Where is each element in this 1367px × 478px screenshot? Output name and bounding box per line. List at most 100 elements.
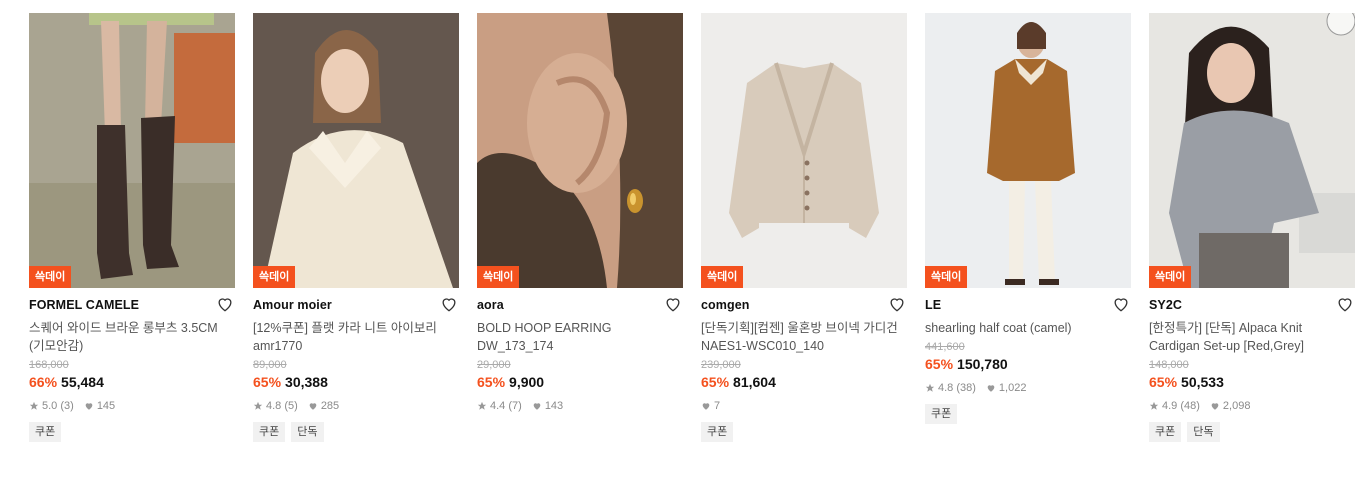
sale-price: 65% 81,604 — [701, 372, 907, 392]
brand-name[interactable]: comgen — [701, 296, 907, 314]
like-heart-icon — [702, 403, 710, 410]
star-icon — [29, 401, 39, 410]
cardigan-photo-icon — [701, 13, 907, 288]
product-image[interactable]: 쓱데이 — [29, 13, 235, 288]
product-card[interactable]: 쓱데이 Amour moier [12%쿠폰] 플랫 카라 니트 아이보리 am… — [253, 13, 459, 442]
review-meta: 4.8 (38) 1,022 — [925, 380, 1131, 396]
product-image[interactable]: 쓱데이 — [701, 13, 907, 288]
review-meta: 4.8 (5) 285 — [253, 398, 459, 414]
original-price: 168,000 — [29, 359, 69, 371]
price-value: 50,533 — [1181, 374, 1224, 390]
like-heart-icon — [85, 403, 93, 410]
brand-name[interactable]: aora — [477, 296, 683, 314]
discount-rate: 65% — [925, 356, 954, 372]
discount-rate: 65% — [1149, 374, 1178, 390]
price-value: 81,604 — [733, 374, 776, 390]
tag-list: 쿠폰 — [29, 422, 235, 442]
review-meta: 5.0 (3) 145 — [29, 398, 235, 414]
like-count: 2,098 — [1222, 400, 1251, 412]
discount-rate: 65% — [477, 374, 506, 390]
product-name[interactable]: [12%쿠폰] 플랫 카라 니트 아이보리 amr1770 — [253, 319, 459, 355]
product-card[interactable]: 쓱데이 aora BOLD HOOP EARRING DW_173_174 29… — [477, 13, 683, 414]
price-value: 30,388 — [285, 374, 328, 390]
review-meta: 4.4 (7) 143 — [477, 398, 683, 414]
sale-price: 65% 30,388 — [253, 372, 459, 392]
discount-rate: 66% — [29, 374, 58, 390]
like-count: 1,022 — [998, 382, 1027, 394]
wishlist-heart-icon[interactable] — [1111, 294, 1131, 314]
event-badge: 쓱데이 — [701, 266, 744, 288]
product-card[interactable]: 쓱데이 SY2C [한정특가] [단독] Alpaca Knit Cardiga… — [1149, 13, 1355, 442]
wishlist-heart-icon[interactable] — [215, 294, 235, 314]
original-price: 148,000 — [1149, 359, 1189, 371]
review-meta: 4.9 (48) 2,098 — [1149, 398, 1355, 414]
rating-value: 4.8 — [938, 382, 954, 394]
tag-list: 쿠폰 — [925, 404, 1131, 424]
wishlist-heart-icon[interactable] — [663, 294, 683, 314]
sale-price: 66% 55,484 — [29, 372, 235, 392]
like-count: 285 — [320, 400, 340, 412]
exclusive-tag: 단독 — [1187, 422, 1220, 442]
like-count: 143 — [544, 400, 564, 412]
sale-price: 65% 50,533 — [1149, 372, 1355, 392]
product-card[interactable]: 쓱데이 comgen [단독기획][컴젠] 울혼방 브이넥 가디건 NAES1-… — [701, 13, 907, 442]
original-price: 239,000 — [701, 359, 741, 371]
discount-rate: 65% — [701, 374, 730, 390]
price-value: 150,780 — [957, 356, 1008, 372]
rating-value: 4.4 — [490, 400, 506, 412]
wishlist-heart-icon[interactable] — [887, 294, 907, 314]
product-name[interactable]: [한정특가] [단독] Alpaca Knit Cardigan Set-up … — [1149, 319, 1355, 355]
coupon-tag: 쿠폰 — [925, 404, 958, 424]
knit-setup-photo-icon — [1149, 13, 1355, 288]
original-price: 89,000 — [253, 359, 287, 371]
product-image[interactable]: 쓱데이 — [477, 13, 683, 288]
product-image[interactable]: 쓱데이 — [925, 13, 1131, 288]
product-card[interactable]: 쓱데이 LE shearling half coat (camel) 441,6… — [925, 13, 1131, 424]
like-heart-icon — [309, 403, 317, 410]
product-card[interactable]: 쓱데이 FORMEL CAMELE 스퀘어 와이드 브라운 롱부츠 3.5CM … — [29, 13, 235, 442]
earring-photo-icon — [477, 13, 683, 288]
coupon-tag: 쿠폰 — [29, 422, 62, 442]
coupon-tag: 쿠폰 — [701, 422, 734, 442]
product-name[interactable]: 스퀘어 와이드 브라운 롱부츠 3.5CM (기모안감) — [29, 319, 235, 355]
review-meta: 7 — [701, 398, 907, 414]
original-price: 29,000 — [477, 359, 511, 371]
product-name[interactable]: BOLD HOOP EARRING DW_173_174 — [477, 319, 683, 355]
wishlist-heart-icon[interactable] — [1335, 294, 1355, 314]
coupon-tag: 쿠폰 — [253, 422, 286, 442]
like-heart-icon — [987, 385, 995, 392]
product-name[interactable]: [단독기획][컴젠] 울혼방 브이넥 가디건 NAES1-WSC010_140 — [701, 319, 907, 355]
like-heart-icon — [1211, 403, 1219, 410]
product-image[interactable]: 쓱데이 — [253, 13, 459, 288]
review-count: (5) — [284, 400, 298, 412]
star-icon — [253, 401, 263, 410]
event-badge: 쓱데이 — [1149, 266, 1192, 288]
star-icon — [925, 383, 935, 392]
price-value: 9,900 — [509, 374, 545, 390]
event-badge: 쓱데이 — [253, 266, 296, 288]
tag-list: 쿠폰 단독 — [1149, 422, 1355, 442]
review-count: (48) — [1180, 400, 1200, 412]
product-image[interactable]: 쓱데이 — [1149, 13, 1355, 288]
event-badge: 쓱데이 — [925, 266, 968, 288]
star-icon — [1149, 401, 1159, 410]
brand-name[interactable]: Amour moier — [253, 296, 459, 314]
review-count: (3) — [60, 400, 74, 412]
like-count: 145 — [96, 400, 116, 412]
original-price: 441,600 — [925, 341, 965, 353]
like-heart-icon — [533, 403, 541, 410]
collar-knit-photo-icon — [253, 13, 459, 288]
rating-value: 4.8 — [266, 400, 282, 412]
event-badge: 쓱데이 — [477, 266, 520, 288]
brand-name[interactable]: LE — [925, 296, 1131, 314]
review-count: (7) — [508, 400, 522, 412]
coupon-tag: 쿠폰 — [1149, 422, 1182, 442]
wishlist-heart-icon[interactable] — [439, 294, 459, 314]
product-name[interactable]: shearling half coat (camel) — [925, 319, 1131, 337]
brand-name[interactable]: FORMEL CAMELE — [29, 296, 235, 314]
price-value: 55,484 — [61, 374, 104, 390]
brand-name[interactable]: SY2C — [1149, 296, 1355, 314]
rating-value: 4.9 — [1162, 400, 1178, 412]
discount-rate: 65% — [253, 374, 282, 390]
coat-photo-icon — [925, 13, 1131, 288]
